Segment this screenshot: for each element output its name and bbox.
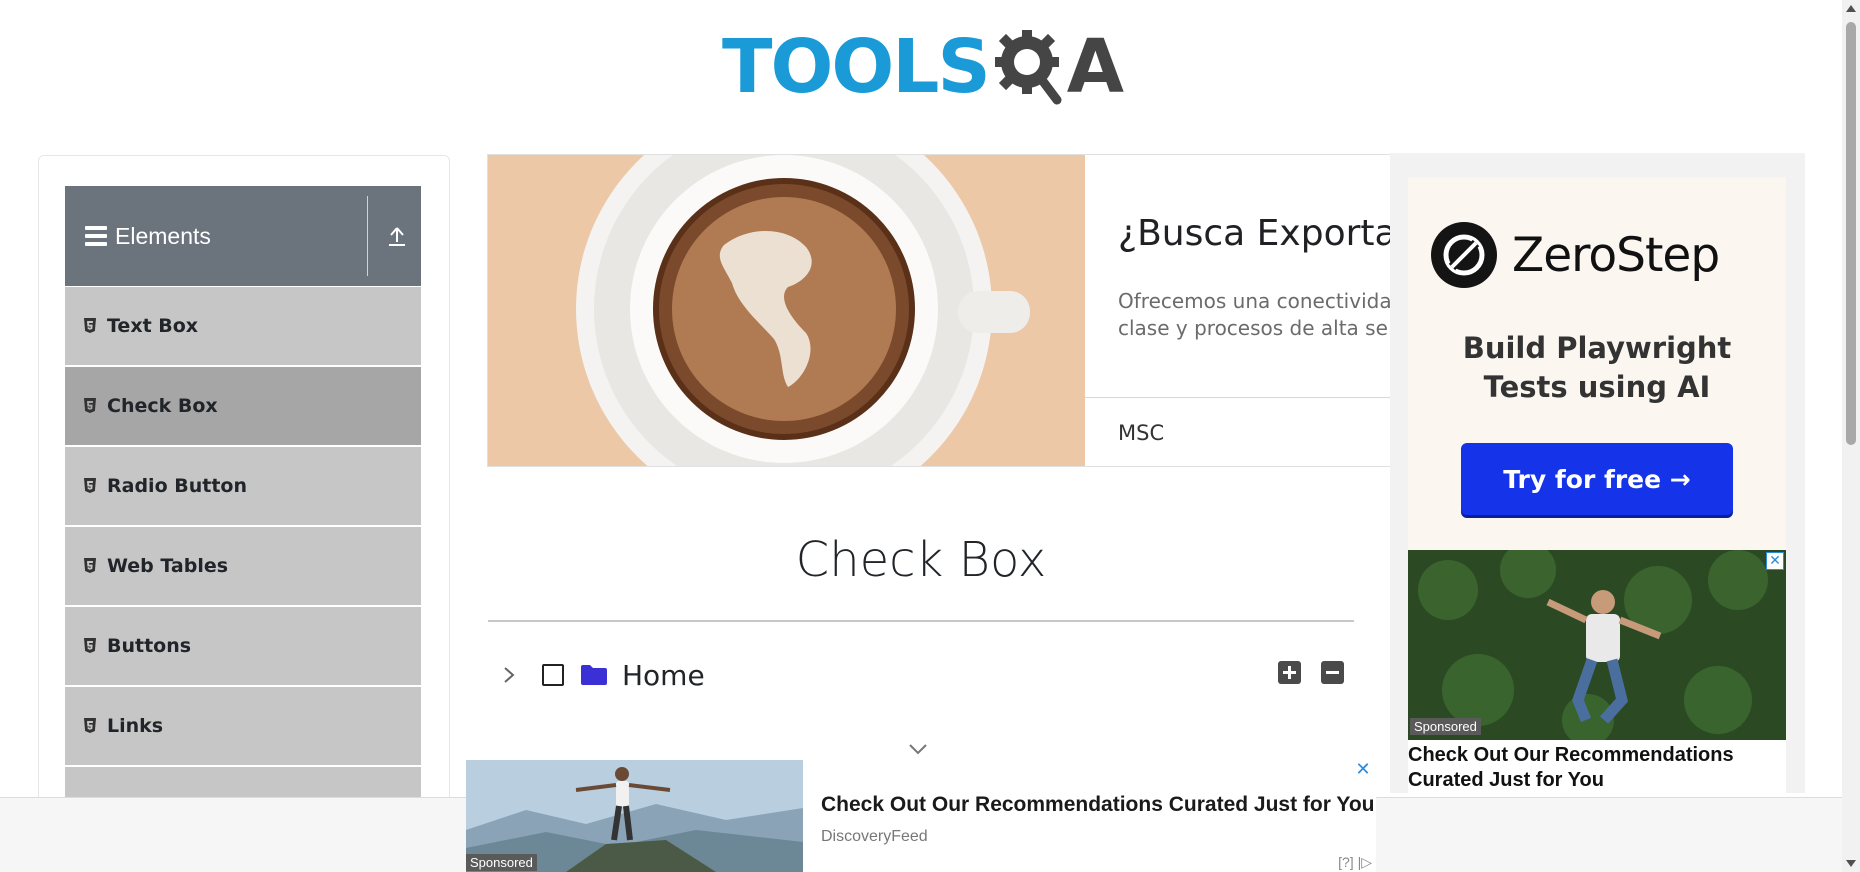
adchoice-label: [?] [1338,854,1354,870]
ad-divider [1085,397,1391,398]
plus-icon-stroke [1288,666,1291,679]
tagline-line-2: Tests using AI [1483,370,1711,404]
left-sidebar: Elements Text Box Check Box Radio Button… [38,155,450,872]
sidebar-item-radio-button[interactable]: Radio Button [65,446,421,526]
title-divider [488,620,1354,622]
sidebar-item-label: Web Tables [107,555,229,577]
zerostep-ad[interactable]: ZeroStep Build Playwright Tests using AI… [1408,177,1786,550]
logo-suffix: A [1066,24,1125,110]
ad-brand: MSC [1118,421,1165,445]
sponsored-badge: Sponsored [1410,718,1481,735]
adchoices-icon[interactable]: [?] |▷ [1338,854,1372,871]
scrollbar-thumb[interactable] [1846,22,1856,445]
sidebar-item-web-tables[interactable]: Web Tables [65,526,421,606]
vertical-scrollbar[interactable] [1842,0,1860,872]
bottom-ad-title[interactable]: Check Out Our Recommendations Curated Ju… [821,793,1374,817]
tree-node-home: Home [500,655,705,695]
top-advertisement[interactable]: ¿Busca Exportar Ofrecemos una conectivid… [487,154,1392,467]
page-title: Check Box [795,532,1047,588]
gear-magnifier-icon [994,30,1062,105]
scroll-up-arrow-icon[interactable] [1846,5,1856,12]
scroll-down-arrow-icon[interactable] [1846,860,1856,867]
sidebar-item-label: Radio Button [107,475,247,497]
home-checkbox[interactable] [542,664,564,686]
logo-text: TOOLS [722,24,991,110]
try-for-free-button[interactable]: Try for free → [1461,443,1733,515]
html5-icon [84,638,96,653]
collapse-up-icon[interactable] [387,224,407,248]
sidebar-item-label: Check Box [107,395,218,417]
tree-node-label[interactable]: Home [622,659,705,692]
html5-icon [84,718,96,733]
sidebar-item-label: Buttons [107,635,192,657]
jumping-man-image [1408,550,1786,740]
html5-icon [84,558,96,573]
header-divider [367,196,368,276]
recommendation-title[interactable]: Check Out Our Recommendations Curated Ju… [1408,743,1786,793]
recommendation-ad[interactable]: Sponsored ✕ Check Out Our Recommendation… [1408,550,1786,793]
right-advertisement: ZeroStep Build Playwright Tests using AI… [1390,153,1805,793]
minus-icon [1326,671,1339,674]
sidebar-item-label: Links [107,715,164,737]
sidebar-item-label: Text Box [107,315,199,337]
sidebar-item-buttons[interactable]: Buttons [65,606,421,686]
close-ad-icon[interactable]: ✕ [1766,552,1784,570]
zerostep-tagline: Build Playwright Tests using AI [1408,329,1786,407]
zerostep-logo-icon [1431,222,1497,288]
tagline-line-1: Build Playwright [1462,331,1732,365]
collapse-all-button[interactable] [1321,661,1344,684]
group-title: Elements [115,222,211,249]
zerostep-brand: ZeroStep [1512,227,1720,283]
elements-group-header[interactable]: Elements [65,186,421,286]
hamburger-icon [85,226,107,246]
chevron-down-icon[interactable] [908,742,928,756]
sidebar-item-check-box[interactable]: Check Box [65,366,421,446]
folder-icon [581,665,607,685]
coffee-cup-image [488,155,1085,466]
zerostep-logo: ZeroStep [1430,221,1720,289]
html5-icon [84,478,96,493]
sidebar-item-text-box[interactable]: Text Box [65,286,421,366]
expand-all-button[interactable] [1278,661,1301,684]
ad-headline: ¿Busca Exportar [1118,213,1392,254]
ad-description: Ofrecemos una conectivida clase y proces… [1118,289,1392,340]
sponsored-badge: Sponsored [466,854,537,871]
html5-icon [84,398,96,413]
bottom-advertisement[interactable]: Sponsored Check Out Our Recommendations … [466,760,1376,872]
ad-copy: ¿Busca Exportar Ofrecemos una conectivid… [1085,155,1392,466]
chevron-right-icon[interactable] [500,664,518,686]
bottom-ad-source: DiscoveryFeed [821,828,928,845]
close-ad-icon[interactable]: ✕ [1354,761,1372,780]
toolsqa-logo[interactable]: TOOLS A [722,20,1124,114]
html5-icon [84,318,96,333]
elements-menu: Text Box Check Box Radio Button Web Tabl… [65,286,421,846]
sidebar-item-links[interactable]: Links [65,686,421,766]
